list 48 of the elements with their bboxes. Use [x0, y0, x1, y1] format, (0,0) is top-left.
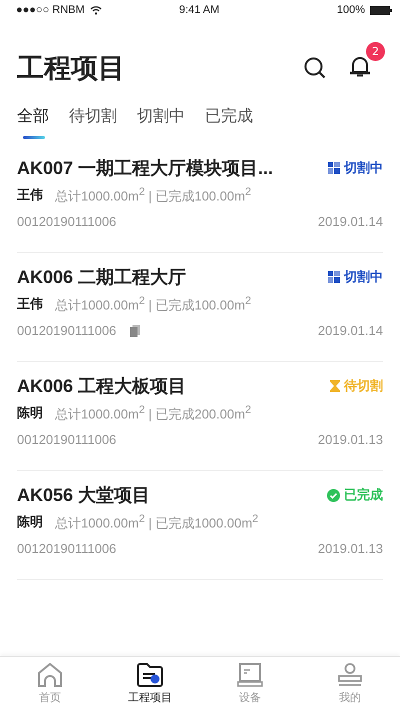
tab[interactable]: 全部 — [17, 106, 49, 130]
grid-icon — [328, 162, 340, 174]
owner-name: 王伟 — [17, 187, 43, 205]
project-name[interactable]: AK006 二期工程大厅 — [17, 265, 186, 289]
status-label: 已完成 — [344, 486, 383, 504]
project-name[interactable]: AK056 大堂项目 — [17, 483, 150, 507]
tab[interactable]: 待切割 — [69, 106, 117, 130]
project-name[interactable]: AK006 工程大板项目 — [17, 374, 186, 398]
area-text: 总计1000.00m$^{2}$ | 已完成100.00m$^{2}$ — [55, 186, 252, 206]
hourglass-icon — [330, 380, 340, 392]
project-code: 00120190111006 — [17, 541, 116, 556]
tab[interactable]: 切割中 — [137, 106, 185, 130]
project-code: 00120190111006 — [17, 323, 116, 338]
grid-icon — [328, 271, 340, 283]
owner-name: 陈明 — [17, 405, 43, 423]
battery-icon — [370, 6, 392, 14]
project-date: 2019.01.13 — [318, 432, 383, 448]
project-date: 2019.01.13 — [318, 541, 383, 556]
area-text: 总计1000.00m$^{2}$ | 已完成1000.00m$^{2}$ — [55, 513, 258, 532]
battery-text: 100% — [336, 4, 365, 16]
page-title: 工程项目 — [17, 52, 126, 86]
status-label: 切割中 — [344, 160, 383, 177]
project-code: 00120190111006 — [17, 214, 116, 230]
project-code: 00120190111006 — [17, 432, 116, 448]
project-name[interactable]: AK007 一期工程大厅模块项目... — [17, 156, 274, 180]
owner-name: 王伟 — [17, 296, 43, 314]
home-icon — [37, 663, 63, 687]
user-icon — [337, 663, 363, 687]
bell-icon[interactable] — [349, 54, 371, 78]
search-icon[interactable] — [303, 56, 327, 80]
laptop-icon — [237, 663, 263, 687]
owner-name: 陈明 — [17, 514, 43, 532]
nav-tab[interactable]: 工程项目 — [100, 657, 200, 711]
notification-badge: 2 — [366, 42, 385, 61]
status-label: 切割中 — [344, 268, 383, 286]
carrier-text: ●●●○○ RNBM — [16, 4, 85, 16]
area-text: 总计1000.00m$^{2}$ | 已完成200.00m$^{2}$ — [55, 404, 252, 424]
tab[interactable]: 已完成 — [205, 106, 253, 130]
status-label: 待切割 — [344, 378, 383, 395]
tab-indicator — [23, 136, 45, 139]
folder-icon — [137, 663, 163, 687]
check-icon — [327, 488, 340, 502]
area-text: 总计1000.00m$^{2}$ | 已完成100.00m$^{2}$ — [55, 295, 252, 314]
project-date: 2019.01.14 — [318, 214, 383, 230]
time-text: 9:41 AM — [178, 4, 220, 16]
project-date: 2019.01.14 — [318, 323, 383, 338]
copy-icon[interactable] — [130, 324, 140, 337]
wifi-icon — [90, 6, 102, 14]
